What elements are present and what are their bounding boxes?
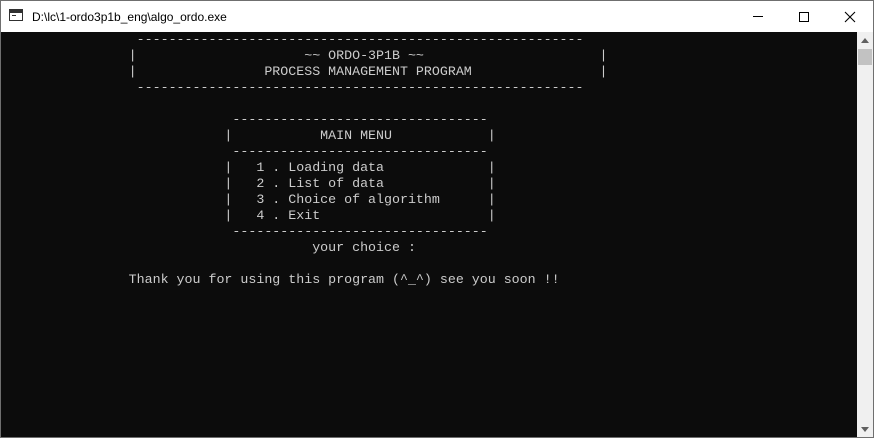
maximize-icon [799,11,809,22]
goodbye-message: Thank you for using this program (^_^) s… [1,272,560,287]
choice-prompt: your choice : [1,240,416,255]
minimize-button[interactable] [735,1,781,32]
console-app-icon[interactable] [9,9,23,21]
scroll-down-button[interactable] [857,421,873,437]
close-icon [844,11,856,22]
scroll-up-arrow-icon [861,37,869,43]
header-program-name: | PROCESS MANAGEMENT PROGRAM | [1,64,608,79]
title-bar[interactable]: D:\lc\1-ordo3p1b_eng\algo_ordo.exe [1,1,873,32]
window-title: D:\lc\1-ordo3p1b_eng\algo_ordo.exe [32,10,227,24]
header-app-name: | ~~ ORDO-3P1B ~~ | [1,48,608,63]
menu-option-choice-of-algorithm: | 3 . Choice of algorithm | [1,192,496,207]
header-border-bottom: ----------------------------------------… [1,80,584,95]
console-output[interactable]: -------------------------------- --------… [1,32,857,437]
menu-divider: -------------------------------- [1,144,488,159]
minimize-icon [753,16,763,17]
menu-option-exit: | 4 . Exit | [1,208,496,223]
close-button[interactable] [827,1,873,32]
header-border-top: ----------------------------------------… [1,32,584,47]
menu-option-loading-data: | 1 . Loading data | [1,160,496,175]
menu-border-top: -------------------------------- [1,112,488,127]
menu-option-list-of-data: | 2 . List of data | [1,176,496,191]
maximize-button[interactable] [781,1,827,32]
scroll-up-button[interactable] [857,32,873,48]
menu-border-bottom: -------------------------------- [1,224,488,239]
menu-title: | MAIN MENU | [1,128,496,143]
scrollbar-thumb[interactable] [858,49,872,65]
vertical-scrollbar[interactable] [857,32,873,437]
scroll-down-arrow-icon [861,426,869,432]
console-window: D:\lc\1-ordo3p1b_eng\algo_ordo.exe -----… [0,0,874,438]
